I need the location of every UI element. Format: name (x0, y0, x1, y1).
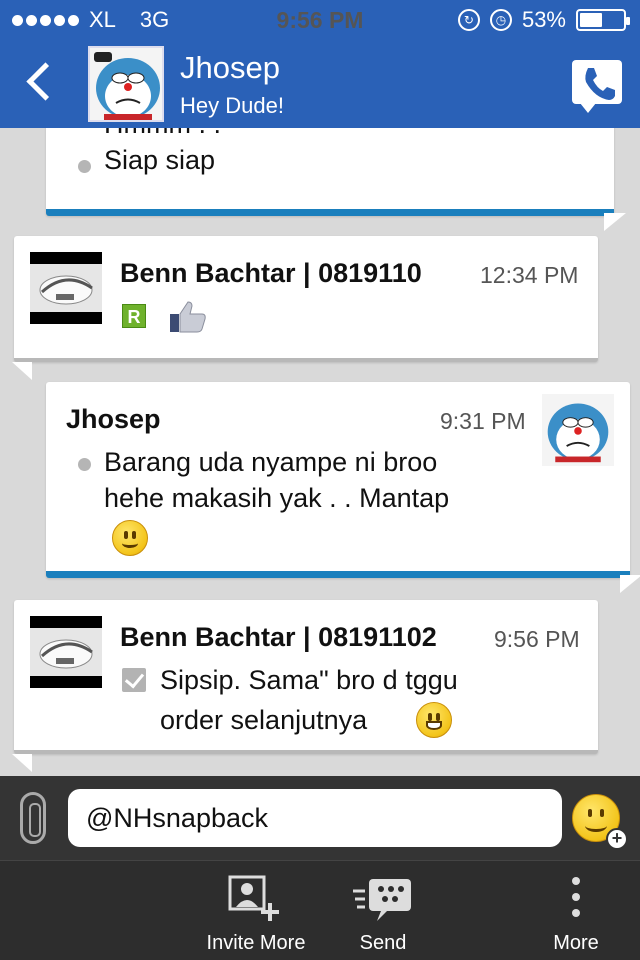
message-time: 9:56 PM (494, 626, 580, 652)
sender-name: Benn Bachtar | 0819110 (120, 258, 422, 288)
smiley-emoji-icon (112, 520, 148, 556)
invite-more-button[interactable]: Invite More (196, 861, 316, 960)
message-bubble[interactable]: Benn Bachtar | 0819110 12:34 PM R (12, 236, 598, 380)
contact-avatar[interactable] (88, 46, 164, 122)
top-bar: XL 3G 9:56 PM ↻ ◷ 53% Jhosep Hey Dude! (0, 0, 640, 128)
message-time: 12:34 PM (480, 262, 579, 288)
phone-icon[interactable] (572, 60, 622, 113)
sender-avatar[interactable] (542, 394, 614, 466)
thumbs-up-icon (170, 301, 206, 333)
more-label: More (553, 932, 599, 954)
contact-name[interactable]: Jhosep (180, 50, 280, 86)
rotation-lock-icon: ↻ (457, 9, 480, 31)
status-bar: XL 3G 9:56 PM ↻ ◷ 53% (0, 0, 640, 40)
grin-emoji-icon (416, 702, 452, 738)
message-time: 9:31 PM (440, 408, 526, 434)
sender-name: Jhosep (66, 404, 161, 434)
bbm-send-icon (353, 879, 411, 921)
bottom-toolbar: Invite More Send More (0, 860, 640, 960)
bullet-dot-icon (78, 458, 91, 471)
input-bar: @NHsnapback + (0, 776, 640, 860)
alarm-icon: ◷ (489, 9, 512, 31)
delivered-check-icon (122, 668, 146, 692)
message-text: Siap siap (104, 145, 216, 175)
more-vertical-dots-icon (571, 877, 581, 925)
emoticon-picker-button[interactable]: + (572, 794, 628, 850)
bullet-dot-icon (78, 160, 91, 173)
r-badge-icon: R (122, 304, 146, 328)
chat-area[interactable]: Hmmm . . Siap siap Benn Bachtar | 081911… (0, 128, 640, 776)
message-bubble[interactable]: Hmmm . . Siap siap (46, 128, 626, 231)
message-text-line1: Sipsip. Sama" bro d tggu (160, 665, 458, 695)
message-text-line2: hehe makasih yak . . Mantap (104, 483, 450, 513)
contact-status: Hey Dude! (180, 93, 284, 118)
add-contact-icon (228, 875, 279, 921)
send-label: Send (359, 932, 407, 954)
message-input[interactable]: @NHsnapback (68, 789, 562, 847)
back-chevron-left-icon[interactable] (22, 60, 62, 110)
message-text-line1: Barang uda nyampe ni broo (104, 447, 438, 477)
more-button[interactable]: More (536, 861, 616, 960)
message-text-clipped: Hmmm . . (104, 128, 221, 142)
sender-name: Benn Bachtar | 08191102 (120, 622, 437, 652)
plus-icon: + (606, 828, 628, 850)
battery-percent: 53% (521, 7, 566, 32)
send-button[interactable]: Send (340, 861, 426, 960)
message-bubble[interactable]: Jhosep 9:31 PM Barang uda nyampe ni broo… (46, 382, 640, 593)
sender-avatar[interactable] (30, 616, 102, 688)
battery-icon (576, 9, 630, 31)
message-text-line2: order selanjutnya (160, 705, 368, 735)
attach-paperclip-icon[interactable] (20, 792, 46, 844)
sender-avatar[interactable] (30, 252, 102, 324)
invite-more-label: Invite More (206, 932, 306, 954)
message-bubble[interactable]: Benn Bachtar | 08191102 9:56 PM Sipsip. … (12, 600, 598, 772)
